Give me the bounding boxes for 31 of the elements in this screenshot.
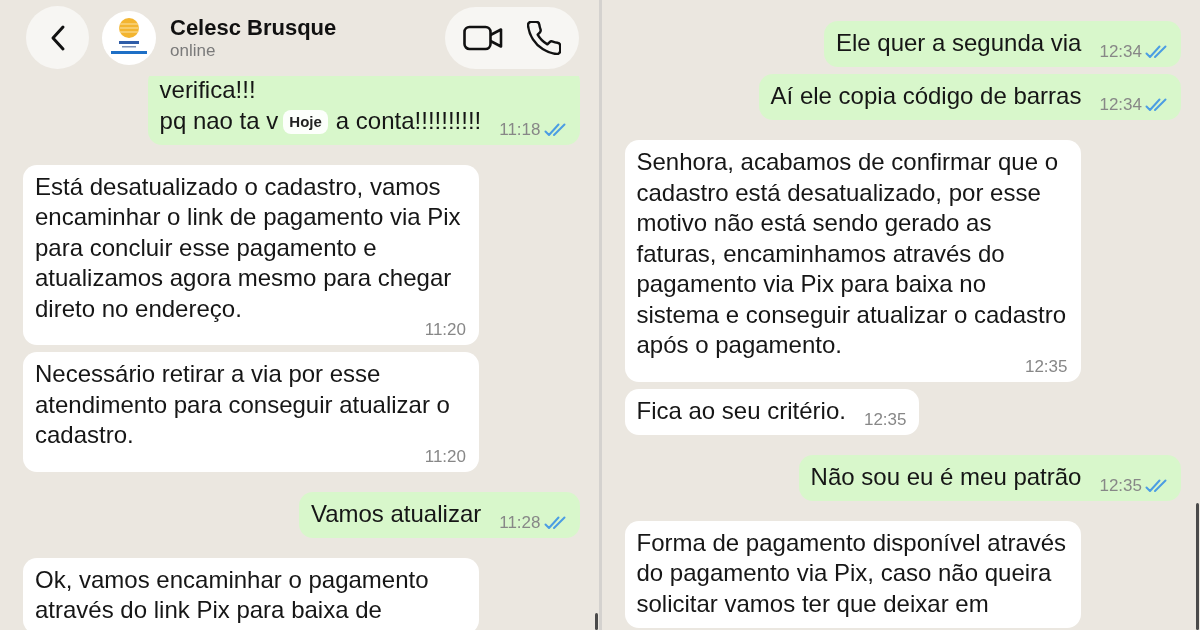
message-text: Ele quer a segunda via <box>835 29 1082 56</box>
message-time: 12:35 <box>863 411 907 428</box>
phone-icon <box>526 20 561 55</box>
message-text: Ok, vamos encaminhar o pagamento através do link Pix para baixa de <box>35 565 429 623</box>
message-time: 12:34 <box>1099 44 1142 60</box>
logo-avatar-icon <box>102 10 156 65</box>
message-text: Não sou eu é meu patrão <box>810 462 1082 490</box>
message-time: 12:34 <box>1099 97 1142 113</box>
video-call-button[interactable] <box>462 23 503 52</box>
video-camera-icon <box>462 23 503 52</box>
message-text: Fica ao seu critério. <box>636 396 846 424</box>
scrollbar-thumb[interactable] <box>1196 503 1199 630</box>
message-time: 12:35 <box>1099 477 1142 494</box>
message-time: 11:20 <box>424 448 466 465</box>
message-time: 11:20 <box>424 322 466 338</box>
message-text: Está desatualizado o cadastro, vamos encaminhar o link de pagamento via Pix para concluir esse pagamento e atualizamos agora mesmo para chegar direto no endereço. <box>35 172 461 322</box>
contact-name: Celesc Brusque <box>170 14 337 41</box>
message-text: Aí ele copia código de barras <box>770 82 1082 109</box>
message-text: Forma de pagamento disponível através do pagamento via Pix, caso não queira solicitar vamos ter que deixar em <box>636 528 1067 617</box>
message-time: 11:28 <box>499 514 541 531</box>
message-time: 12:35 <box>1024 358 1068 375</box>
message-text: Vamos atualizar <box>310 499 482 527</box>
message-text: Necessário retirar a via por esse atendimento para conseguir atualizar o cadastro. <box>35 360 450 448</box>
message-time: 11:18 <box>499 121 541 138</box>
contact-status: online <box>170 40 216 61</box>
message-text: Senhora, acabamos de confirmar que o cadastro está desatualizado, por esse motivo não está sendo gerado as faturas, encaminhamos através do pagamento via Pix para baixa no sistema e conseguir atualizar o cadastro após o pagamento. <box>636 148 1067 358</box>
message-text: verifica!!! pq nao ta v <box>159 76 279 134</box>
voice-call-button[interactable] <box>526 20 561 55</box>
date-chip: Hoje <box>283 109 328 134</box>
message-text: a conta!!!!!!!!!! <box>335 106 482 134</box>
scrollbar-thumb[interactable] <box>594 613 598 630</box>
